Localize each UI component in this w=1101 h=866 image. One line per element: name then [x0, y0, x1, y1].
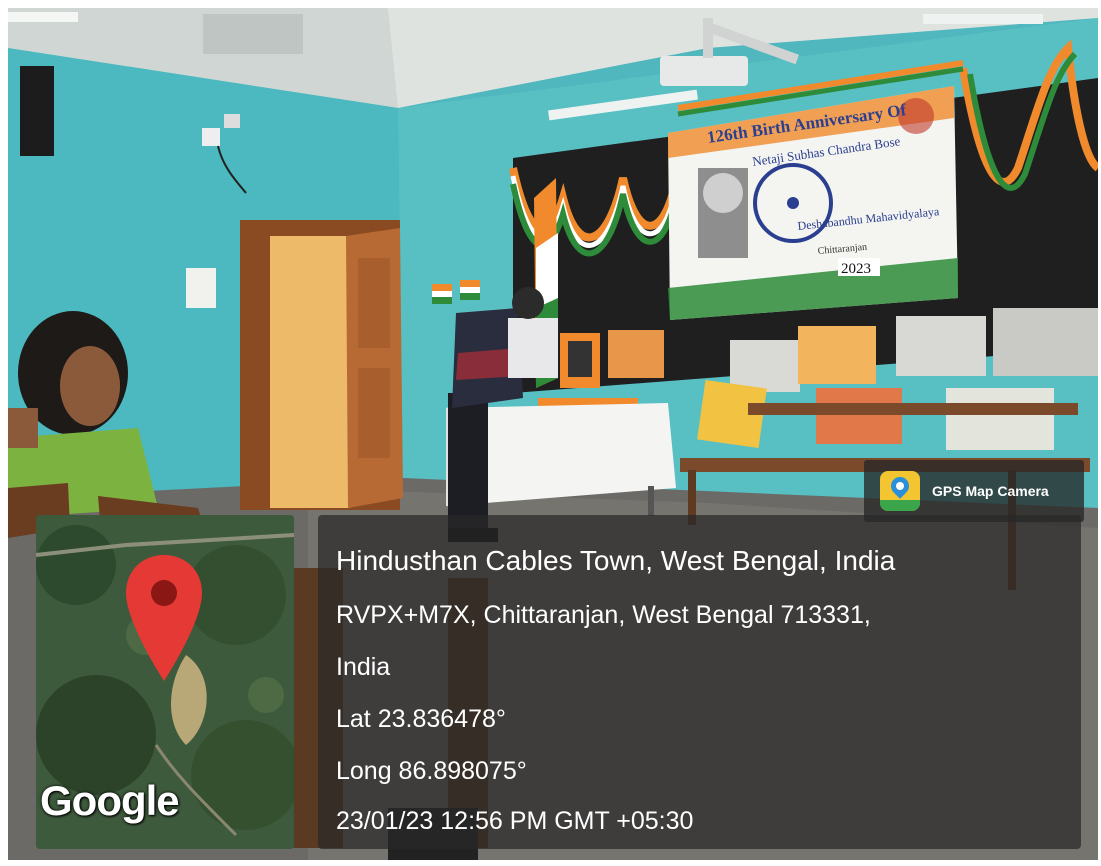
badge-label: GPS Map Camera [932, 483, 1049, 499]
geotagged-photo: 126th Birth Anniversary Of Netaji Subhas… [8, 8, 1098, 860]
location-info-panel: Hindusthan Cables Town, West Bengal, Ind… [318, 515, 1081, 849]
address-line-2: India [336, 653, 391, 681]
timestamp-value: 23/01/23 12:56 PM GMT +05:30 [336, 807, 694, 835]
banner-year: 2023 [841, 261, 871, 277]
longitude-value: Long 86.898075° [336, 757, 527, 785]
google-logo: Google [40, 777, 180, 824]
location-title: Hindusthan Cables Town, West Bengal, Ind… [336, 545, 896, 576]
latitude-value: Lat 23.836478° [336, 705, 506, 733]
gps-map-camera-badge: GPS Map Camera [864, 460, 1084, 522]
map-thumbnail: Google [36, 515, 294, 849]
address-line-1: RVPX+M7X, Chittaranjan, West Bengal 7133… [336, 601, 871, 629]
location-pin-icon [126, 555, 202, 681]
gps-map-camera-icon [880, 471, 920, 511]
